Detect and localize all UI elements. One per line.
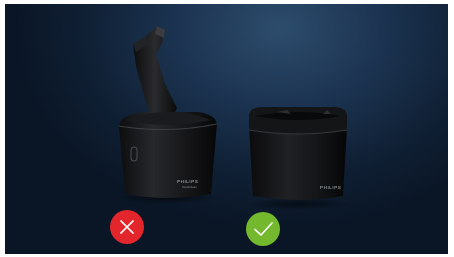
cleaning-station-with-arm: PHILIPS SmartClean bbox=[116, 26, 220, 204]
check-icon bbox=[254, 222, 273, 236]
model-label-left: SmartClean bbox=[182, 185, 197, 189]
incorrect-badge bbox=[110, 210, 144, 244]
correct-badge bbox=[246, 212, 280, 246]
product-comparison-panel: PHILIPS SmartClean PHILIPS bbox=[5, 4, 448, 254]
brand-logo-right: PHILIPS bbox=[320, 185, 341, 190]
product-illustration: PHILIPS SmartClean PHILIPS bbox=[116, 26, 352, 210]
cross-icon bbox=[120, 220, 134, 234]
cleaning-station-without-arm: PHILIPS bbox=[244, 107, 352, 210]
brand-logo-left: PHILIPS bbox=[177, 179, 198, 184]
